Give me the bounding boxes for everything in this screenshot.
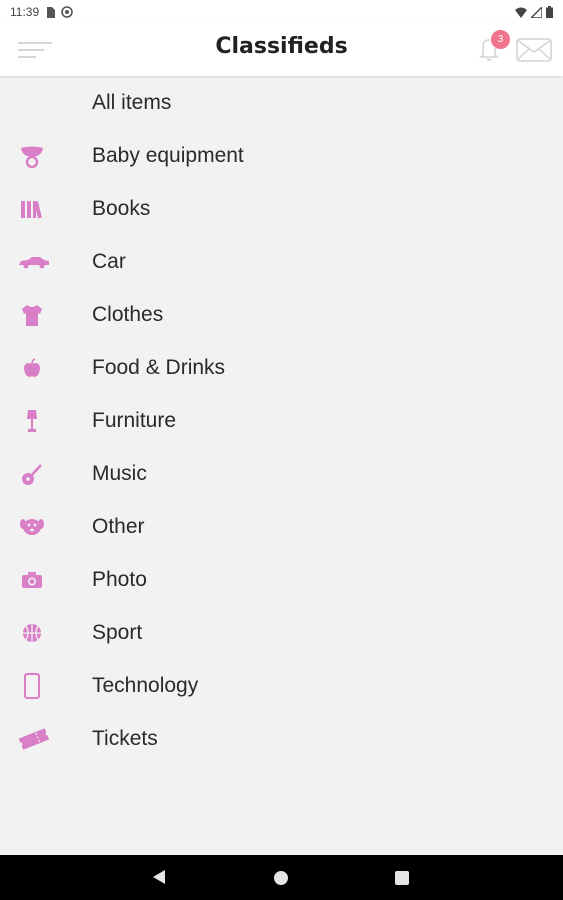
- category-label: All items: [92, 90, 172, 114]
- lamp-icon: [27, 409, 37, 432]
- category-item-baby-equipment[interactable]: Baby equipment: [0, 129, 563, 182]
- pacifier-icon: [21, 146, 43, 168]
- category-label: Food & Drinks: [92, 355, 226, 379]
- notification-badge: 3: [490, 29, 511, 50]
- sim-card-icon: [47, 6, 56, 18]
- envelope-icon: [516, 38, 552, 62]
- hamburger-menu-icon: [18, 42, 52, 58]
- category-label: Car: [92, 249, 126, 273]
- phone-icon: [24, 672, 40, 699]
- guitar-icon: [22, 463, 42, 485]
- category-label: Music: [92, 461, 147, 485]
- category-item-photo[interactable]: Photo: [0, 553, 563, 606]
- battery-icon: [546, 6, 553, 18]
- books-icon: [21, 200, 42, 218]
- category-item-music[interactable]: Music: [0, 447, 563, 500]
- app-bar: Classifieds 3: [0, 24, 563, 76]
- menu-button[interactable]: [18, 38, 54, 62]
- category-label: Other: [92, 514, 145, 538]
- category-item-clothes[interactable]: Clothes: [0, 288, 563, 341]
- signal-icon: [531, 6, 542, 18]
- category-item-food-drinks[interactable]: Food & Drinks: [0, 341, 563, 394]
- dog-icon: [20, 518, 44, 535]
- back-button[interactable]: [152, 869, 166, 890]
- category-label: Baby equipment: [92, 143, 244, 167]
- category-item-technology[interactable]: Technology: [0, 659, 563, 712]
- camera-icon: [22, 571, 42, 588]
- car-icon: [19, 256, 49, 268]
- apple-icon: [24, 357, 40, 377]
- back-triangle-icon: [153, 870, 165, 884]
- wifi-icon: [515, 7, 527, 18]
- recents-button[interactable]: [395, 871, 409, 885]
- category-item-furniture[interactable]: Furniture: [0, 394, 563, 447]
- category-label: Technology: [92, 673, 199, 697]
- category-list: All items Baby equipment Books Car Cloth…: [0, 76, 563, 765]
- category-label: Clothes: [92, 302, 164, 326]
- category-item-car[interactable]: Car: [0, 235, 563, 288]
- category-item-other[interactable]: Other: [0, 500, 563, 553]
- category-item-sport[interactable]: Sport: [0, 606, 563, 659]
- tshirt-icon: [22, 304, 42, 326]
- category-item-books[interactable]: Books: [0, 182, 563, 235]
- basketball-icon: [23, 623, 41, 642]
- status-bar: 11:39: [0, 0, 563, 24]
- category-label: Furniture: [92, 408, 177, 432]
- category-label: Sport: [92, 620, 143, 644]
- messages-button[interactable]: [515, 37, 553, 63]
- category-label: Tickets: [92, 726, 158, 750]
- category-label: Photo: [92, 567, 147, 591]
- system-nav-bar: [0, 855, 563, 900]
- category-item-tickets[interactable]: Tickets: [0, 712, 563, 765]
- home-button[interactable]: [274, 871, 288, 885]
- status-time: 11:39: [10, 5, 40, 19]
- sync-icon: [61, 6, 73, 18]
- ticket-icon: [18, 727, 50, 750]
- category-item-all-items[interactable]: All items: [0, 76, 563, 129]
- category-label: Books: [92, 196, 151, 220]
